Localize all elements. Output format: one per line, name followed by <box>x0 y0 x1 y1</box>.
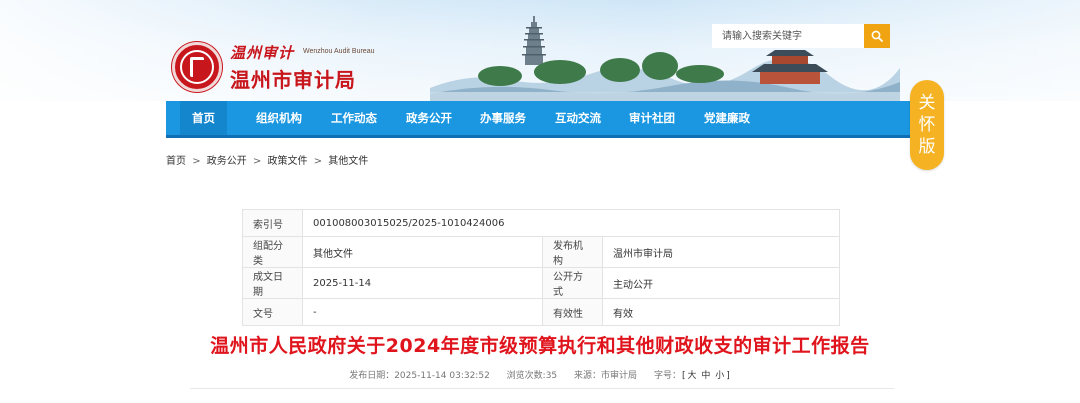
font-size-bracket-open: [ <box>681 371 686 381</box>
site-logo[interactable]: 温州审计 Wenzhou Audit Bureau 温州市审计局 <box>172 40 432 92</box>
font-size-control: 字号：[大 中 小] <box>654 371 731 381</box>
category-label: 组配分类 <box>242 236 303 268</box>
search-button[interactable] <box>864 24 890 48</box>
nav-item-interaction[interactable]: 互动交流 <box>555 101 601 135</box>
table-row: 成文日期 2025-11-14 公开方式 主动公开 <box>242 267 840 299</box>
logo-calligraphy: 温州审计 <box>230 44 295 62</box>
publisher-value: 温州市审计局 <box>602 236 840 268</box>
validity-value: 有效 <box>602 298 840 326</box>
table-row: 组配分类 其他文件 发布机构 温州市审计局 <box>242 236 840 268</box>
breadcrumb-policy-documents[interactable]: 政策文件 <box>268 156 308 167</box>
document-number-value: - <box>302 298 543 326</box>
category-value: 其他文件 <box>302 236 543 268</box>
nav-item-home[interactable]: 首页 <box>180 101 227 135</box>
document-number-label: 文号 <box>242 298 303 326</box>
publish-date: 发布日期：2025-11-14 03:32:52 <box>349 371 490 381</box>
table-row: 文号 - 有效性 有效 <box>242 298 840 326</box>
breadcrumb-government-affairs[interactable]: 政务公开 <box>207 156 247 167</box>
breadcrumb-separator: > <box>192 156 201 167</box>
open-mode-label: 公开方式 <box>542 267 603 299</box>
validity-label: 有效性 <box>542 298 603 326</box>
document-source: 来源：市审计局 <box>574 371 638 381</box>
document-info-bar: 发布日期：2025-11-14 03:32:52 浏览次数:35 来源：市审计局… <box>0 368 1080 381</box>
care-badge-char-2: 怀 <box>918 115 936 135</box>
index-number-value: 001008003015025/2025-1010424006 <box>302 209 840 237</box>
main-nav: 首页 组织机构 工作动态 政务公开 办事服务 互动交流 审计社团 党建廉政 <box>166 101 912 138</box>
nav-item-organization[interactable]: 组织机构 <box>256 101 302 135</box>
search-icon <box>871 30 883 42</box>
care-badge-char-1: 关 <box>918 93 936 113</box>
title-divider <box>190 388 894 389</box>
audit-emblem-icon <box>172 42 222 92</box>
document-metadata-table: 索引号 001008003015025/2025-1010424006 组配分类… <box>242 209 840 326</box>
nav-item-audit-society[interactable]: 审计社团 <box>629 101 675 135</box>
breadcrumb-separator: > <box>252 156 262 167</box>
logo-bureau-name: 温州市审计局 <box>230 68 356 92</box>
document-title: 温州市人民政府关于2024年度市级预算执行和其他财政收支的审计工作报告 <box>210 335 870 357</box>
font-size-bracket-close: ] <box>726 371 730 381</box>
nav-item-government-affairs[interactable]: 政务公开 <box>406 101 452 135</box>
font-size-medium-button[interactable]: 中 <box>701 371 710 381</box>
font-size-large-button[interactable]: 大 <box>687 371 696 381</box>
breadcrumb-separator: > <box>313 156 323 167</box>
publisher-label: 发布机构 <box>542 236 603 268</box>
breadcrumb-home[interactable]: 首页 <box>166 156 186 167</box>
nav-item-work-news[interactable]: 工作动态 <box>331 101 377 135</box>
index-number-label: 索引号 <box>242 209 303 237</box>
open-mode-value: 主动公开 <box>602 267 840 299</box>
font-size-small-button[interactable]: 小 <box>715 371 724 381</box>
view-count: 浏览次数:35 <box>506 371 558 381</box>
elderly-care-mode-button[interactable]: 关 怀 版 <box>910 80 944 170</box>
breadcrumb: 首页 > 政务公开 > 政策文件 > 其他文件 <box>166 152 368 167</box>
logo-english-name: Wenzhou Audit Bureau <box>303 48 375 55</box>
nav-item-party-building[interactable]: 党建廉政 <box>704 101 750 135</box>
nav-item-services[interactable]: 办事服务 <box>480 101 526 135</box>
care-badge-char-3: 版 <box>918 137 936 157</box>
breadcrumb-other-documents[interactable]: 其他文件 <box>328 156 368 167</box>
font-size-label: 字号： <box>653 371 681 381</box>
search-input[interactable] <box>712 24 864 48</box>
table-row: 索引号 001008003015025/2025-1010424006 <box>242 209 840 237</box>
written-date-value: 2025-11-14 <box>302 267 543 299</box>
written-date-label: 成文日期 <box>242 267 303 299</box>
emblem-glyph <box>190 57 204 77</box>
